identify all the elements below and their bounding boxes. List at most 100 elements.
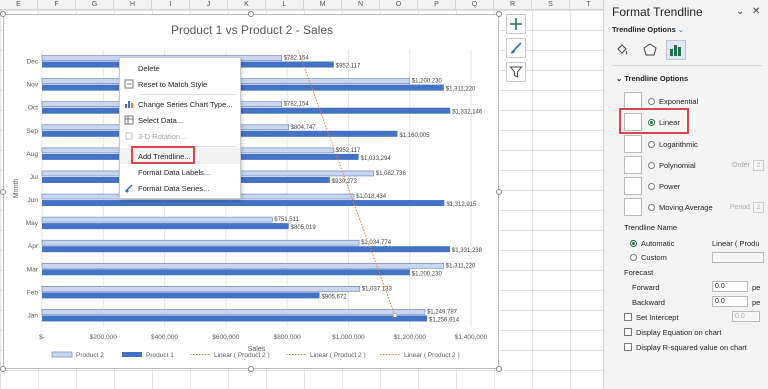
resize-handle[interactable]	[0, 11, 6, 17]
column-letter[interactable]: G	[76, 0, 114, 10]
bar-product-1	[42, 107, 451, 114]
resize-handle[interactable]	[248, 11, 254, 17]
data-label-product-2: $1,037,133	[362, 286, 393, 292]
trend-type-moving-average[interactable]: Moving Average Period 2	[624, 197, 764, 217]
resize-handle[interactable]	[496, 189, 502, 195]
forward-input[interactable]: 0.0	[712, 281, 748, 292]
intercept-input[interactable]: 0.0	[732, 311, 760, 322]
trendline-options-tab[interactable]	[666, 40, 686, 60]
period-spinner[interactable]: 2	[753, 201, 764, 213]
close-icon[interactable]: ✕	[752, 6, 760, 17]
bar-product-1	[42, 200, 445, 207]
automatic-label: Automatic	[641, 239, 675, 248]
bar-product-1	[42, 223, 289, 230]
pentagon-icon	[643, 43, 657, 56]
y-tick-label: Aug	[26, 151, 38, 158]
trendline-name-label: Trendline Name	[624, 223, 678, 232]
menu-item-label: 3-D Rotation...	[138, 131, 187, 141]
menu-item-select-data[interactable]: Select Data...	[120, 112, 240, 128]
menu-item-3d-rotation[interactable]: 3-D Rotation...	[120, 128, 240, 144]
polynomial-trend-icon	[624, 156, 642, 174]
resize-handle[interactable]	[0, 189, 6, 195]
tab-trendline-options[interactable]: Trendline Options ⌄	[612, 25, 684, 34]
column-letter[interactable]: J	[190, 0, 228, 10]
column-letter[interactable]: Q	[456, 0, 494, 10]
column-letter[interactable]: I	[152, 0, 190, 10]
column-letter[interactable]: L	[266, 0, 304, 10]
column-letter[interactable]: T	[570, 0, 603, 10]
radio-button[interactable]	[648, 203, 655, 211]
resize-handle[interactable]	[496, 366, 502, 372]
resize-handle[interactable]	[496, 11, 502, 17]
chart-area[interactable]: Product 1 vs Product 2 - Sales $- $200,00…	[0, 11, 502, 372]
radio-button[interactable]	[648, 161, 655, 169]
column-letter[interactable]: H	[114, 0, 152, 10]
chart-styles-button[interactable]	[506, 38, 526, 58]
worksheet[interactable]: EFGHIJKLMNOPQRST Product 1 vs Product 2 …	[0, 0, 603, 389]
data-label-product-2: $1,034,774	[361, 240, 392, 246]
column-letter[interactable]: P	[418, 0, 456, 10]
backward-input[interactable]: 0.0	[712, 296, 748, 307]
data-label-product-1: $952,117	[336, 64, 361, 70]
radio-button[interactable]	[648, 182, 655, 190]
backward-label: Backward	[632, 298, 665, 307]
radio-button[interactable]	[648, 97, 655, 105]
column-letter[interactable]: S	[532, 0, 570, 10]
y-tick-label: Jun	[28, 197, 39, 204]
chevron-down-icon: ⌄	[677, 25, 685, 34]
chart-styles-brush-icon	[511, 42, 522, 54]
order-spinner[interactable]: 2	[753, 159, 764, 171]
trendline-handle	[392, 313, 398, 318]
bar-product-1	[42, 84, 444, 91]
forecast-label: Forecast	[624, 268, 654, 277]
display-rsquared-checkbox[interactable]	[624, 343, 632, 351]
chart-type-icon	[120, 96, 138, 112]
menu-item-reset-style[interactable]: Reset to Match Style	[120, 76, 240, 92]
set-intercept-checkbox[interactable]	[624, 313, 632, 321]
resize-handle[interactable]	[0, 366, 6, 372]
menu-item-change-chart-type[interactable]: Change Series Chart Type...	[120, 96, 240, 112]
legend-label: Product 2	[76, 352, 104, 359]
data-label-product-1: $939,273	[332, 179, 358, 185]
column-letter[interactable]: N	[342, 0, 380, 10]
column-letter[interactable]: M	[304, 0, 342, 10]
column-letter[interactable]: F	[38, 0, 76, 10]
x-tick-label: $400,000	[151, 334, 178, 341]
section-header[interactable]: ⌄ Trendline Options	[616, 74, 688, 83]
column-letter[interactable]: E	[0, 0, 38, 10]
x-tick-label: $1,200,000	[393, 334, 426, 341]
custom-name-input[interactable]	[712, 252, 764, 263]
chevron-down-icon[interactable]: ⌄	[736, 6, 744, 17]
menu-item-format-data-labels[interactable]: Format Data Labels...	[120, 164, 240, 180]
custom-option[interactable]: Custom	[630, 253, 667, 262]
trend-type-power[interactable]: Power	[624, 176, 764, 196]
radio-button[interactable]	[648, 140, 655, 148]
display-equation-checkbox[interactable]	[624, 328, 632, 336]
y-tick-label: Jan	[28, 312, 39, 319]
bar-product-2	[41, 239, 360, 246]
menu-separator	[140, 94, 236, 95]
menu-item-delete[interactable]: Delete	[120, 60, 240, 76]
chart-elements-button[interactable]	[506, 14, 526, 34]
radio-button[interactable]	[630, 254, 637, 261]
column-letter[interactable]: R	[494, 0, 532, 10]
trend-type-logarithmic[interactable]: Logarithmic	[624, 134, 764, 154]
trend-type-polynomial[interactable]: Polynomial Order 2	[624, 155, 764, 175]
fill-line-tab[interactable]	[612, 40, 632, 60]
effects-tab[interactable]	[640, 40, 660, 60]
bar-product-1	[42, 269, 410, 276]
column-letter[interactable]: O	[380, 0, 418, 10]
trend-type-label: Exponential	[659, 96, 699, 106]
chart-filters-button[interactable]	[506, 62, 526, 82]
pane-title: Format Trendline	[612, 5, 703, 19]
column-letter[interactable]: K	[228, 0, 266, 10]
forward-unit: pe	[752, 283, 761, 292]
automatic-option[interactable]: Automatic	[630, 239, 674, 248]
bar-product-1	[42, 315, 428, 322]
radio-button[interactable]	[630, 240, 637, 247]
resize-handle[interactable]	[248, 366, 254, 372]
rotation-3d-icon	[120, 128, 138, 144]
chart-plot[interactable]: $- $200,000 $400,000 $600,000 $800,000 $1,000…	[4, 15, 500, 370]
menu-item-format-data-series[interactable]: Format Data Series...	[120, 180, 240, 196]
highlight-box	[131, 146, 195, 164]
